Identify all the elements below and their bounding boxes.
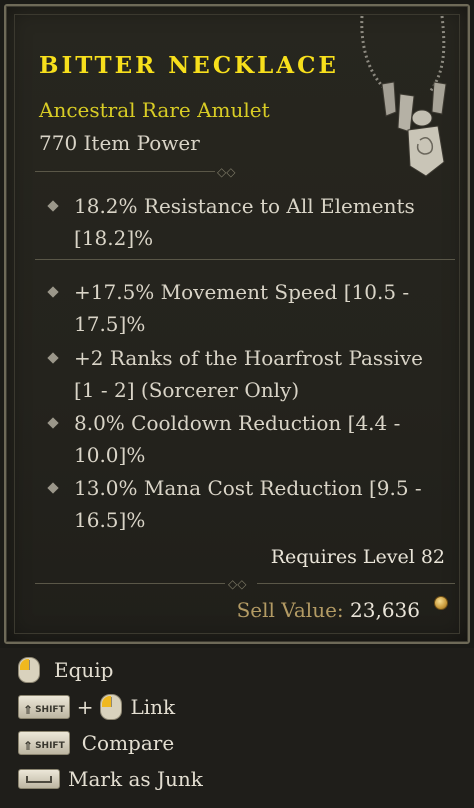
link-label: Link [130,695,176,719]
level-requirement: Requires Level 82 [270,546,445,568]
stat-bullet [47,352,59,364]
implicit-stat: 18.2% Resistance to All Elements [18.2]% [74,194,415,250]
stat-bullet [47,417,59,429]
sell-label: Sell Value: [236,598,344,622]
right-mouse-icon [100,694,123,720]
affix-stat: +17.5% Movement Speed [10.5 - 17.5]% [74,280,410,336]
affix-stat: 8.0% Cooldown Reduction [4.4 - 10.0]% [74,411,401,467]
stat-bullet [47,200,59,212]
shift-key-label: SHIFT [35,741,65,751]
compare-label: Compare [81,731,175,755]
spacebar-key-icon [18,769,60,789]
amulet-necklace-icon [360,15,447,177]
affix-stat: +2 Ranks of the Hoarfrost Passive [1 - 2… [74,346,423,402]
item-power: 770 Item Power [39,131,200,155]
shift-key-label: SHIFT [35,705,65,715]
item-tooltip: Bitter Necklace Ancestral Rare Amulet 77… [4,4,470,644]
item-name: Bitter Necklace [39,52,339,79]
junk-action[interactable]: Mark as Junk [18,765,203,793]
stat-bullet [47,286,59,298]
equip-action[interactable]: Equip [18,656,113,684]
shift-key-icon: ⇑ SHIFT [18,695,70,719]
equip-label: Equip [54,658,114,682]
sell-amount: 23,636 [350,598,420,622]
sell-value: Sell Value: 23,636 [237,598,420,622]
action-hints: Equip ⇑ SHIFT + Link ⇑ SHIFT Compare Mark … [0,648,474,808]
divider-mid [35,254,455,266]
shift-key-icon: ⇑ SHIFT [18,731,70,755]
divider-bottom: ◇◇ [35,578,455,590]
stat-bullet [47,482,59,494]
divider-top: ◇◇ [35,166,455,178]
plus-sign: + [76,695,94,719]
right-mouse-icon [18,657,40,683]
junk-label: Mark as Junk [68,767,203,791]
affix-stat: 13.0% Mana Cost Reduction [9.5 - 16.5]% [74,476,422,532]
gold-coin-icon [434,596,448,610]
compare-action[interactable]: ⇑ SHIFT Compare [18,729,174,757]
item-type: Ancestral Rare Amulet [39,98,270,122]
link-action[interactable]: ⇑ SHIFT + Link [18,693,175,721]
